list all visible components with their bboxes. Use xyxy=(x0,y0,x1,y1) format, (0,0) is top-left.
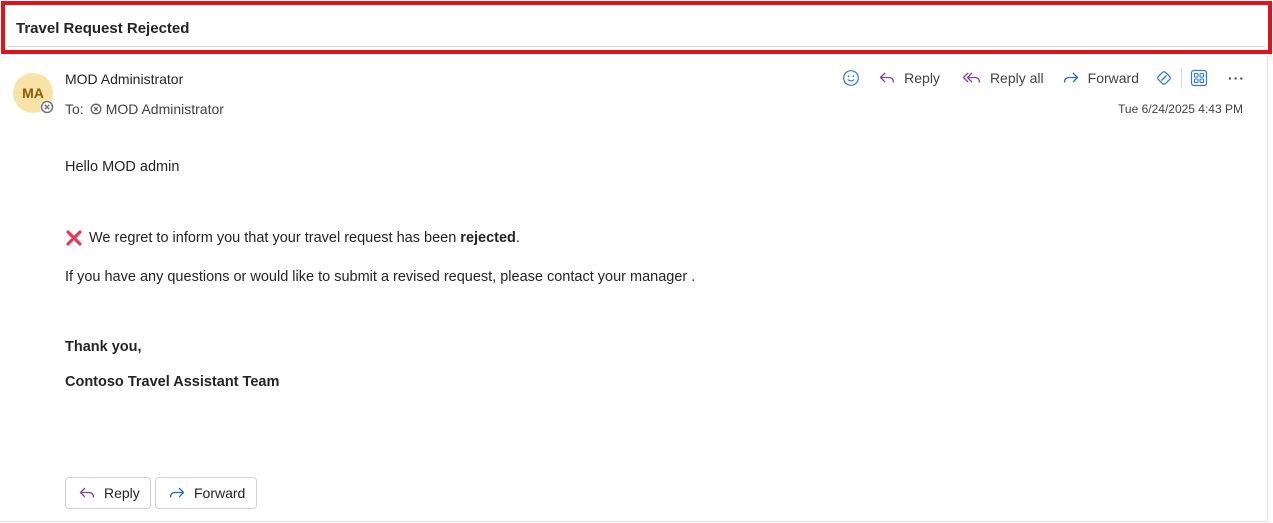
to-label: To: xyxy=(65,101,84,117)
apps-button[interactable] xyxy=(1190,69,1208,87)
reply-all-icon xyxy=(962,69,982,87)
rejection-text: We regret to inform you that your travel… xyxy=(89,230,520,246)
greeting-text: Hello MOD admin xyxy=(65,159,180,175)
emoji-react-button[interactable] xyxy=(842,69,860,87)
smiley-icon xyxy=(842,69,860,87)
message-actions-toolbar: Reply Reply all Forward ··· xyxy=(842,66,1245,90)
forward-button[interactable]: Forward xyxy=(1062,69,1139,87)
presence-offline-icon xyxy=(40,100,54,114)
reply-button[interactable]: Reply xyxy=(878,69,940,87)
reply-icon xyxy=(78,484,104,502)
toolbar-separator xyxy=(1181,68,1182,88)
email-subject: Travel Request Rejected xyxy=(16,20,190,37)
reply-label: Reply xyxy=(904,70,940,86)
recipient-name[interactable]: MOD Administrator xyxy=(106,101,224,117)
forward-icon xyxy=(1062,69,1080,87)
signature-team: Contoso Travel Assistant Team xyxy=(65,374,280,390)
reply-all-label: Reply all xyxy=(989,70,1044,86)
thanks-text: Thank you, xyxy=(65,339,142,355)
forward-label: Forward xyxy=(1087,70,1139,86)
reply-all-button[interactable]: Reply all xyxy=(962,69,1044,87)
cross-mark-icon xyxy=(65,229,83,247)
subject-highlight-frame: Travel Request Rejected xyxy=(1,1,1272,54)
recipient-line: To: MOD Administrator xyxy=(65,101,224,117)
reading-pane xyxy=(0,56,1268,522)
bottom-reply-button[interactable]: Reply xyxy=(65,477,151,509)
bottom-forward-label: Forward xyxy=(194,485,246,501)
received-datetime: Tue 6/24/2025 4:43 PM xyxy=(1118,102,1243,116)
contact-paragraph: If you have any questions or would like … xyxy=(65,269,696,285)
bottom-forward-button[interactable]: Forward xyxy=(155,477,257,509)
more-actions-button[interactable]: ··· xyxy=(1228,70,1245,86)
subject-header: Travel Request Rejected xyxy=(8,8,1265,47)
loop-icon xyxy=(1155,69,1173,87)
rejected-word: rejected xyxy=(460,230,516,246)
recipient-presence-icon xyxy=(90,103,102,115)
apps-grid-icon xyxy=(1190,69,1208,87)
rejection-suffix: . xyxy=(515,230,520,246)
reply-icon xyxy=(878,69,896,87)
rejection-paragraph: We regret to inform you that your travel… xyxy=(65,229,520,247)
forward-icon xyxy=(168,484,194,502)
rejection-prefix: We regret to inform you that your travel… xyxy=(89,230,461,246)
loop-component-button[interactable] xyxy=(1155,69,1173,87)
sender-name[interactable]: MOD Administrator xyxy=(65,71,183,87)
bottom-reply-label: Reply xyxy=(104,485,140,501)
more-icon: ··· xyxy=(1228,70,1245,86)
